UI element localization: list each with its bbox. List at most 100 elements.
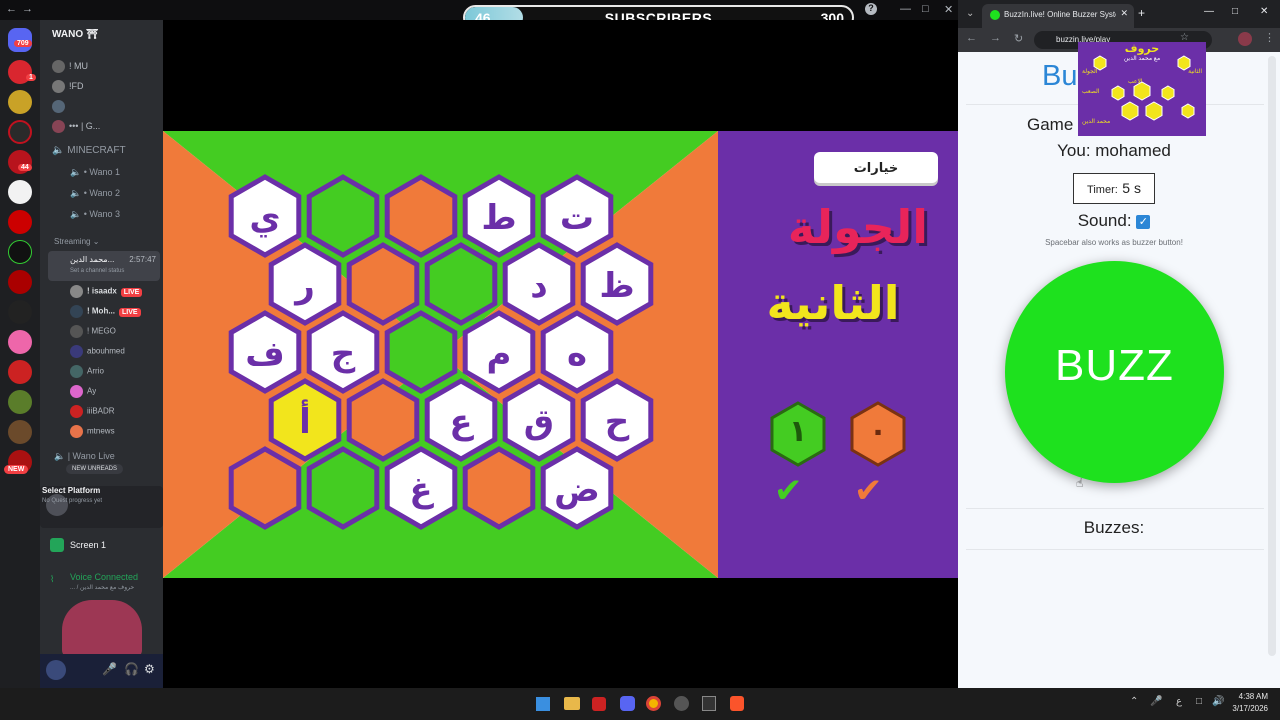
sound-checkbox[interactable]: ✓	[1136, 214, 1151, 229]
tab-list-icon[interactable]: ⌄	[966, 8, 974, 19]
thumbnail-hexes	[1093, 55, 1195, 121]
hex-cell[interactable]	[306, 446, 380, 530]
voice-member[interactable]: !FD	[52, 80, 84, 93]
clock-time[interactable]: 4:38 AM	[1230, 692, 1268, 701]
game-side-panel: خيارات الجولة الثانية ١ ٠ ✔ ✔	[718, 131, 958, 578]
active-voice-channel[interactable]: محمد الدين... 2:57:47 Set a channel stat…	[48, 251, 160, 281]
back-icon[interactable]: ←	[966, 32, 977, 44]
maximize-icon[interactable]: □	[1232, 6, 1238, 17]
quest-card[interactable]: Select Platform No Quest progress yet	[40, 486, 163, 528]
voice-member[interactable]: abouhmed	[70, 345, 125, 358]
voice-connection-panel: ⌇ Voice Connected ... / حروف مع محمد الد…	[50, 572, 139, 591]
voice-channel-wano-3[interactable]: 🔈 • Wano 3	[70, 209, 120, 220]
brave-icon[interactable]	[730, 696, 744, 711]
avatar[interactable]	[46, 660, 66, 680]
buzz-button[interactable]: BUZZ	[1005, 261, 1224, 483]
voice-member[interactable]: ! Moh... LIVE	[70, 305, 141, 318]
obs-icon[interactable]	[674, 696, 689, 711]
server-icon[interactable]	[8, 240, 32, 264]
mic-tray-icon[interactable]: 🎤	[1150, 696, 1162, 707]
discord-taskbar-icon[interactable]	[620, 696, 635, 711]
help-icon[interactable]: ?	[865, 3, 877, 15]
channel-status[interactable]: Set a channel status	[70, 268, 124, 274]
green-check-icon[interactable]: ✔	[774, 471, 803, 511]
start-icon[interactable]	[536, 697, 550, 711]
orange-check-icon[interactable]: ✔	[854, 471, 883, 511]
new-tab-icon[interactable]: +	[1138, 6, 1145, 20]
maximize-icon[interactable]: □	[922, 3, 929, 15]
menu-kebab-icon[interactable]: ⋮	[1264, 31, 1275, 44]
category-minecraft[interactable]: 🔈 MINECRAFT	[52, 145, 126, 156]
app-icon[interactable]	[592, 697, 606, 711]
voice-channel-wano-2[interactable]: 🔈 • Wano 2	[70, 188, 120, 199]
signal-icon: ⌇	[50, 574, 55, 584]
voice-channel-wano-live[interactable]: 🔈 | Wano Live	[54, 451, 115, 462]
minimize-icon[interactable]: —	[1204, 6, 1214, 17]
hex-letter: ض	[554, 470, 600, 510]
screen-share-row[interactable]: Screen 1	[40, 534, 163, 558]
language-indicator[interactable]: ع	[1176, 696, 1182, 707]
forward-icon[interactable]: →	[990, 32, 1001, 44]
forward-arrow-icon[interactable]: →	[22, 3, 33, 15]
category-streaming[interactable]: Streaming ⌄	[54, 237, 99, 246]
server-icon[interactable]	[8, 300, 32, 324]
round-title-line1: الجولة	[787, 201, 928, 253]
server-icon[interactable]	[8, 210, 32, 234]
voice-member[interactable]: ! isaadx LIVE	[70, 285, 143, 298]
avatar	[70, 345, 83, 358]
tab-strip: ⌄ BuzzIn.live! Online Buzzer Syste... ✕ …	[958, 0, 1280, 28]
voice-member[interactable]: ! MEGO	[70, 325, 116, 338]
active-tab[interactable]: BuzzIn.live! Online Buzzer Syste... ✕	[982, 4, 1134, 28]
volume-icon[interactable]: 🔊	[1212, 696, 1224, 707]
server-icon[interactable]	[8, 180, 32, 204]
voice-member[interactable]: ! MU	[52, 60, 88, 73]
back-arrow-icon[interactable]: ←	[6, 3, 17, 15]
server-icon[interactable]	[8, 390, 32, 414]
close-window-icon[interactable]: ✕	[1260, 6, 1268, 17]
clock-date[interactable]: 3/17/2026	[1230, 704, 1268, 713]
hex-cell[interactable]	[228, 446, 302, 530]
server-badge: 44	[18, 164, 32, 171]
epic-games-icon[interactable]	[702, 696, 716, 711]
voice-member[interactable]: iiiBADR	[70, 405, 115, 418]
server-icon[interactable]	[8, 420, 32, 444]
voice-member[interactable]: ••• | G...	[52, 120, 100, 133]
tray-arrow-icon[interactable]: ⌃	[1130, 696, 1138, 707]
speaker-icon: 🔈	[52, 145, 68, 156]
hex-cell[interactable]	[346, 242, 420, 326]
minimize-icon[interactable]: —	[900, 3, 911, 15]
server-icon[interactable]	[8, 120, 32, 144]
voice-channel-wano-1[interactable]: 🔈 • Wano 1	[70, 167, 120, 178]
voice-member[interactable]: mtnews	[70, 425, 115, 438]
server-icon[interactable]	[8, 360, 32, 384]
scrollbar[interactable]	[1268, 56, 1276, 656]
buzzes-label: Buzzes:	[1083, 518, 1145, 537]
new-unreads-pill[interactable]: NEW UNREADS	[66, 464, 124, 474]
voice-member[interactable]	[52, 100, 69, 113]
hex-cell[interactable]	[384, 174, 458, 258]
headphones-icon[interactable]: 🎧	[124, 662, 139, 676]
microphone-icon[interactable]: 🎤	[102, 662, 117, 676]
hex-letter: ج	[331, 334, 356, 374]
speaker-icon: 🔈 •	[70, 167, 90, 177]
close-icon[interactable]: ✕	[944, 3, 953, 16]
network-icon[interactable]: □	[1196, 696, 1202, 707]
hex-cell[interactable]	[306, 174, 380, 258]
settings-gear-icon[interactable]: ⚙	[144, 662, 155, 676]
server-name[interactable]: WANO ⛩	[52, 29, 99, 40]
close-tab-icon[interactable]: ✕	[1120, 8, 1128, 19]
voice-member[interactable]: Arrio	[70, 365, 104, 378]
server-icon[interactable]	[8, 270, 32, 294]
chrome-taskbar-icon[interactable]	[646, 696, 661, 711]
hex-cell[interactable]	[424, 242, 498, 326]
file-explorer-icon[interactable]	[564, 697, 580, 710]
hex-cell[interactable]	[462, 446, 536, 530]
hex-cell[interactable]	[346, 378, 420, 462]
profile-avatar[interactable]	[1238, 32, 1252, 46]
voice-member[interactable]: Ay	[70, 385, 96, 398]
server-icon[interactable]	[8, 90, 32, 114]
options-button[interactable]: خيارات	[814, 152, 938, 183]
reload-icon[interactable]: ↻	[1014, 32, 1023, 45]
server-icon[interactable]	[8, 330, 32, 354]
hex-cell[interactable]	[384, 310, 458, 394]
